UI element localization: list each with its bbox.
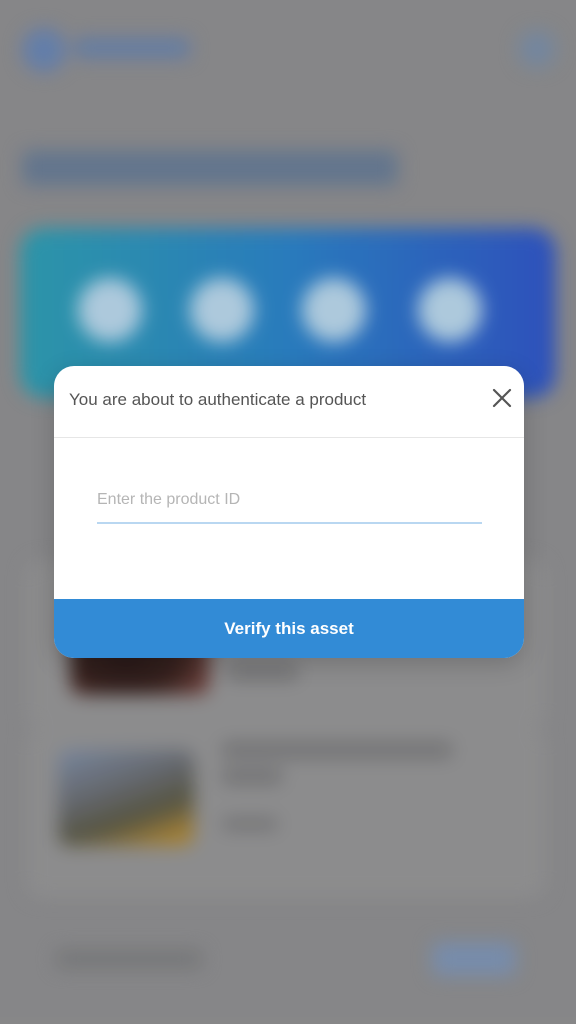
- authenticate-product-dialog: You are about to authenticate a product …: [54, 366, 524, 658]
- app-screen: You are about to authenticate a product …: [0, 0, 576, 1024]
- dialog-body: [54, 438, 524, 599]
- product-id-input[interactable]: [97, 478, 482, 524]
- verify-asset-button[interactable]: Verify this asset: [54, 599, 524, 658]
- dialog-title: You are about to authenticate a product: [69, 390, 367, 409]
- dialog-header: You are about to authenticate a product: [54, 366, 524, 438]
- close-button[interactable]: [488, 384, 516, 412]
- close-icon: [492, 388, 512, 408]
